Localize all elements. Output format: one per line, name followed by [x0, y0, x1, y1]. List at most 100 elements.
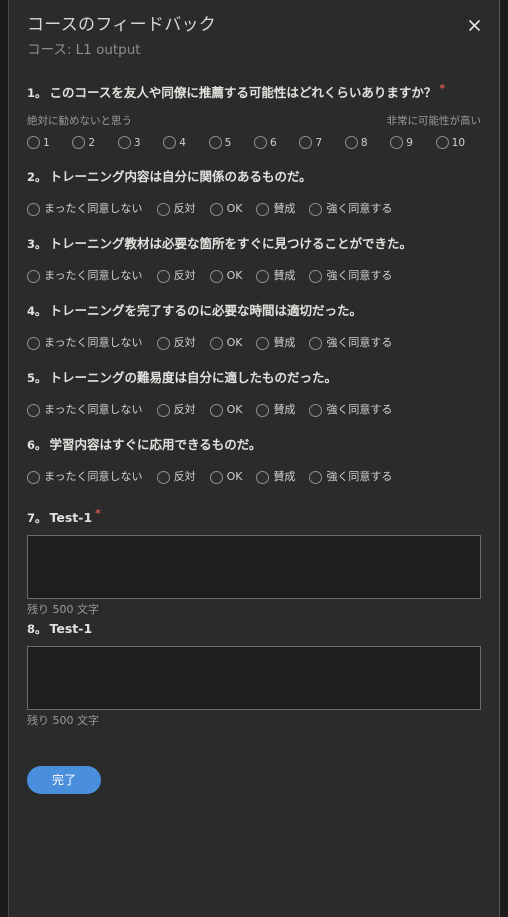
- required-marker: *: [439, 82, 446, 95]
- radio-icon[interactable]: [27, 136, 40, 150]
- nps-option-6[interactable]: 6: [254, 136, 299, 150]
- question-7-textarea[interactable]: [27, 535, 481, 600]
- radio-icon[interactable]: [27, 202, 40, 216]
- radio-icon[interactable]: [309, 403, 323, 417]
- question-7-counter: 残り 500 文字: [27, 603, 99, 617]
- question-6-radio-group: まったく同意しない 反対 OK 賛成 強く同意する: [27, 470, 481, 484]
- likert-option[interactable]: 賛成: [256, 269, 295, 283]
- radio-icon[interactable]: [309, 470, 323, 484]
- likert-option[interactable]: OK: [209, 470, 242, 484]
- question-7-number: 7。: [27, 511, 47, 526]
- likert-option[interactable]: 強く同意する: [309, 269, 392, 283]
- nps-option-8[interactable]: 8: [344, 136, 390, 150]
- close-icon[interactable]: [463, 14, 485, 36]
- likert-option[interactable]: 賛成: [256, 470, 295, 484]
- radio-icon[interactable]: [256, 470, 270, 484]
- nps-option-5[interactable]: 5: [208, 136, 254, 150]
- radio-icon[interactable]: [309, 336, 323, 350]
- page-background: コースのフィードバック コース: L1 output 1。 このコースを友人や同僚…: [0, 0, 508, 917]
- likert-option-label: 反対: [173, 336, 196, 350]
- radio-icon[interactable]: [156, 470, 170, 484]
- radio-icon[interactable]: [256, 403, 270, 417]
- likert-option[interactable]: まったく同意しない: [27, 202, 143, 216]
- question-3-text: トレーニング教材は必要な箇所をすぐに見つけることができた。: [49, 236, 413, 252]
- likert-option-label: 反対: [173, 470, 196, 484]
- radio-icon[interactable]: [254, 136, 268, 150]
- radio-icon[interactable]: [256, 269, 270, 283]
- radio-icon[interactable]: [209, 269, 223, 283]
- likert-option-label: 反対: [173, 202, 196, 216]
- question-2-title: 2。 トレーニング内容は自分に関係のあるものだ。: [27, 169, 481, 185]
- radio-icon[interactable]: [390, 136, 404, 150]
- question-4-number: 4。: [27, 304, 47, 319]
- likert-option[interactable]: 賛成: [256, 202, 295, 216]
- nps-option-3[interactable]: 3: [117, 136, 163, 150]
- nps-option-label: 4: [179, 136, 186, 149]
- likert-option[interactable]: 反対: [156, 336, 196, 350]
- question-5-title: 5。 トレーニングの難易度は自分に適したものだった。: [27, 370, 481, 386]
- nps-option-1[interactable]: 1: [27, 136, 72, 150]
- radio-icon[interactable]: [256, 202, 270, 216]
- likert-option[interactable]: OK: [209, 269, 242, 283]
- submit-button[interactable]: 完了: [27, 766, 101, 795]
- radio-icon[interactable]: [309, 269, 323, 283]
- question-2-number: 2。: [27, 170, 47, 185]
- likert-option[interactable]: まったく同意しない: [27, 336, 143, 350]
- radio-icon[interactable]: [27, 403, 40, 417]
- radio-icon[interactable]: [208, 136, 222, 150]
- likert-option[interactable]: 反対: [156, 470, 196, 484]
- radio-icon[interactable]: [209, 403, 223, 417]
- radio-icon[interactable]: [27, 269, 40, 283]
- question-8-text: 8。 Test-1 残り 500 文字: [27, 621, 481, 728]
- likert-option[interactable]: 強く同意する: [309, 202, 392, 216]
- likert-option-label: 賛成: [273, 470, 296, 484]
- question-3-title: 3。 トレーニング教材は必要な箇所をすぐに見つけることができた。: [27, 236, 481, 252]
- likert-option[interactable]: OK: [209, 336, 243, 350]
- likert-option[interactable]: まったく同意しない: [27, 403, 143, 417]
- radio-icon[interactable]: [27, 470, 40, 484]
- radio-icon[interactable]: [27, 336, 40, 350]
- nps-option-9[interactable]: 9: [390, 136, 435, 150]
- radio-icon[interactable]: [156, 403, 170, 417]
- question-8-textarea[interactable]: [27, 646, 481, 711]
- radio-icon[interactable]: [156, 269, 170, 283]
- likert-option[interactable]: OK: [209, 202, 242, 216]
- radio-icon[interactable]: [163, 136, 177, 150]
- radio-icon[interactable]: [209, 470, 223, 484]
- radio-icon[interactable]: [344, 136, 358, 150]
- likert-option[interactable]: OK: [209, 403, 242, 417]
- likert-option[interactable]: 反対: [156, 403, 196, 417]
- radio-icon[interactable]: [435, 136, 449, 150]
- likert-option[interactable]: 反対: [156, 269, 196, 283]
- nps-option-4[interactable]: 4: [163, 136, 208, 150]
- question-8-title: 8。 Test-1: [27, 621, 481, 637]
- question-4-likert: 4。 トレーニングを完了するのに必要な時間は適切だった。 まったく同意しない 反対 OK…: [27, 303, 481, 350]
- likert-option[interactable]: まったく同意しない: [27, 269, 143, 283]
- radio-icon[interactable]: [209, 336, 223, 350]
- radio-icon[interactable]: [156, 202, 170, 216]
- nps-option-10[interactable]: 10: [435, 136, 481, 150]
- nps-option-7[interactable]: 7: [299, 136, 344, 150]
- radio-icon[interactable]: [309, 202, 323, 216]
- likert-option[interactable]: 賛成: [256, 336, 295, 350]
- question-8-counter: 残り 500 文字: [27, 714, 99, 728]
- likert-option-label: まったく同意しない: [44, 470, 143, 484]
- radio-icon[interactable]: [299, 136, 313, 150]
- likert-option[interactable]: まったく同意しない: [27, 470, 143, 484]
- likert-option[interactable]: 反対: [156, 202, 196, 216]
- likert-questions-container: 2。 トレーニング内容は自分に関係のあるものだ。 まったく同意しない 反対 OK 賛成 強く…: [27, 169, 481, 484]
- likert-option-label: 強く同意する: [326, 269, 393, 283]
- radio-icon[interactable]: [256, 336, 270, 350]
- likert-option[interactable]: 賛成: [256, 403, 295, 417]
- likert-option[interactable]: 強く同意する: [309, 336, 392, 350]
- likert-option[interactable]: 強く同意する: [309, 470, 392, 484]
- question-7-text: 7。 Test-1 * 残り 500 文字: [27, 506, 481, 617]
- nps-option-2[interactable]: 2: [72, 136, 117, 150]
- likert-option-label: OK: [226, 336, 243, 350]
- question-8-label: Test-1: [49, 621, 93, 637]
- likert-option[interactable]: 強く同意する: [309, 403, 392, 417]
- radio-icon[interactable]: [117, 136, 131, 150]
- radio-icon[interactable]: [156, 336, 170, 350]
- radio-icon[interactable]: [72, 136, 86, 150]
- radio-icon[interactable]: [209, 202, 223, 216]
